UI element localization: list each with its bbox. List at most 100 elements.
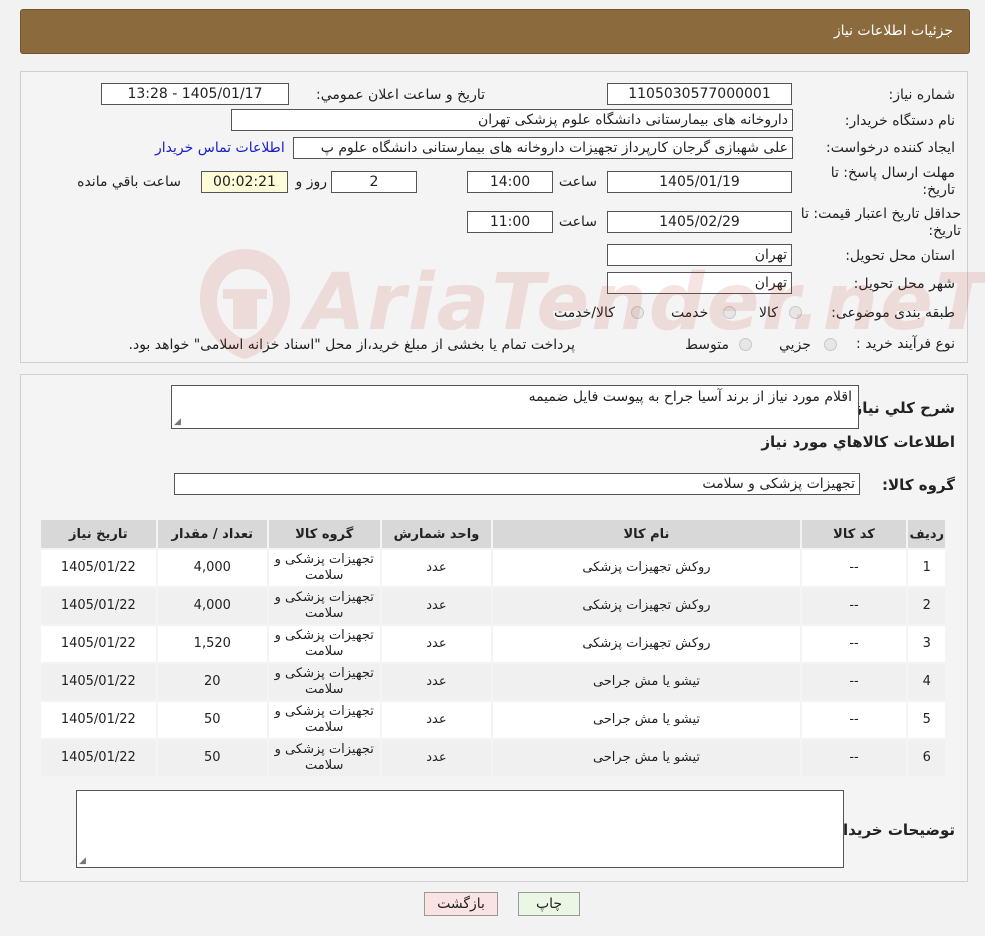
col-goods-name: نام کالا <box>491 518 802 550</box>
requester-field: علی شهبازی گرجان کارپرداز تجهیزات داروخا… <box>293 137 793 159</box>
cell-goods-name: روکش تجهیزات پزشکی <box>491 548 802 588</box>
category-option-goods: کالا <box>759 305 778 321</box>
table-row: 6 -- تیشو یا مش جراحی عدد تجهیزات پزشکی … <box>39 738 947 778</box>
process-label: نوع فرآیند خرید : <box>856 336 955 352</box>
category-label: طبقه بندی موضوعی: <box>831 305 955 321</box>
table-row: 3 -- روکش تجهیزات پزشکی عدد تجهیزات پزشک… <box>39 624 947 664</box>
category-radio-goods[interactable] <box>789 306 802 319</box>
resize-grip-icon[interactable]: ◢ <box>174 417 181 427</box>
remaining-time-field: 00:02:21 <box>201 171 288 193</box>
city-label: شهر محل تحویل: <box>853 276 955 292</box>
cell-quantity: 20 <box>155 662 269 702</box>
category-radio-service[interactable] <box>723 306 736 319</box>
province-label: استان محل تحویل: <box>845 248 955 264</box>
validity-time-field: 11:00 <box>467 211 553 233</box>
goods-table: ردیف کد کالا نام کالا واحد شمارش گروه کا… <box>39 518 947 778</box>
print-button[interactable]: چاپ <box>518 892 580 916</box>
cell-unit: عدد <box>379 662 494 702</box>
resize-grip-icon[interactable]: ◢ <box>79 856 86 866</box>
cell-quantity: 4,000 <box>155 586 269 626</box>
process-option-minor: جزيي <box>779 337 811 353</box>
cell-goods-name: تیشو یا مش جراحی <box>491 700 802 740</box>
cell-row-number: 6 <box>906 738 947 778</box>
col-goods-code: کد کالا <box>799 518 909 550</box>
announce-field: 1405/01/17 - 13:28 <box>101 83 289 105</box>
deadline-label: مهلت ارسال پاسخ: تا تاریخ: <box>830 165 955 198</box>
cell-quantity: 1,520 <box>155 624 269 664</box>
summary-textarea[interactable]: اقلام مورد نیاز از برند آسیا جراح به پیو… <box>171 385 859 429</box>
city-field: تهران <box>607 272 792 294</box>
cell-need-date: 1405/01/22 <box>39 548 158 588</box>
table-row: 1 -- روکش تجهیزات پزشکی عدد تجهیزات پزشک… <box>39 548 947 588</box>
goods-panel: شرح کلي نیاز: اقلام مورد نیاز از برند آس… <box>20 374 968 882</box>
need-number-field: 1105030577000001 <box>607 83 792 105</box>
cell-quantity: 50 <box>155 700 269 740</box>
need-number-label: شماره نیاز: <box>888 87 956 103</box>
table-header-row: ردیف کد کالا نام کالا واحد شمارش گروه کا… <box>39 518 947 550</box>
col-unit: واحد شمارش <box>379 518 494 550</box>
cell-goods-code: -- <box>799 586 909 626</box>
cell-goods-group: تجهیزات پزشکی و سلامت <box>266 586 382 626</box>
province-field: تهران <box>607 244 792 266</box>
cell-goods-code: -- <box>799 624 909 664</box>
cell-row-number: 1 <box>906 548 947 588</box>
cell-row-number: 2 <box>906 586 947 626</box>
cell-unit: عدد <box>379 624 494 664</box>
goods-group-label: گروه کالا: <box>882 476 955 494</box>
deadline-time-label: ساعت <box>558 174 597 190</box>
table-row: 5 -- تیشو یا مش جراحی عدد تجهیزات پزشکی … <box>39 700 947 740</box>
buyer-org-field: داروخانه های بیمارستانی دانشگاه علوم پزش… <box>231 109 793 131</box>
category-option-goods-service: کالا/خدمت <box>554 305 615 321</box>
cell-need-date: 1405/01/22 <box>39 624 158 664</box>
cell-goods-name: تیشو یا مش جراحی <box>491 738 802 778</box>
cell-need-date: 1405/01/22 <box>39 662 158 702</box>
cell-goods-code: -- <box>799 548 909 588</box>
cell-goods-code: -- <box>799 662 909 702</box>
col-row-number: ردیف <box>906 518 947 550</box>
buyer-org-label: نام دستگاه خریدار: <box>844 113 955 129</box>
category-radio-goods-service[interactable] <box>631 306 644 319</box>
buyer-notes-textarea[interactable]: ◢ <box>76 790 844 868</box>
buyer-contact-link[interactable]: اطلاعات تماس خریدار <box>155 140 285 156</box>
table-row: 2 -- روکش تجهیزات پزشکی عدد تجهیزات پزشک… <box>39 586 947 626</box>
cell-goods-name: تیشو یا مش جراحی <box>491 662 802 702</box>
category-option-service: خدمت <box>671 305 709 321</box>
page-title: جزئیات اطلاعات نیاز <box>833 23 953 39</box>
cell-goods-group: تجهیزات پزشکی و سلامت <box>266 624 382 664</box>
cell-goods-group: تجهیزات پزشکی و سلامت <box>266 738 382 778</box>
summary-text: اقلام مورد نیاز از برند آسیا جراح به پیو… <box>528 389 852 405</box>
validity-date-field: 1405/02/29 <box>607 211 792 233</box>
days-label: روز و <box>295 174 328 190</box>
cell-need-date: 1405/01/22 <box>39 738 158 778</box>
cell-quantity: 4,000 <box>155 548 269 588</box>
cell-unit: عدد <box>379 700 494 740</box>
cell-unit: عدد <box>379 738 494 778</box>
cell-need-date: 1405/01/22 <box>39 700 158 740</box>
goods-group-field: تجهیزات پزشکی و سلامت <box>174 473 860 495</box>
buyer-notes-label: توضیحات خریدار: <box>828 821 955 839</box>
process-radio-minor[interactable] <box>824 338 837 351</box>
cell-need-date: 1405/01/22 <box>39 586 158 626</box>
validity-time-label: ساعت <box>558 214 597 230</box>
process-radio-medium[interactable] <box>739 338 752 351</box>
days-field: 2 <box>331 171 417 193</box>
cell-quantity: 50 <box>155 738 269 778</box>
back-button[interactable]: بازگشت <box>424 892 498 916</box>
process-option-medium: متوسط <box>685 337 729 353</box>
cell-unit: عدد <box>379 548 494 588</box>
process-note: پرداخت تمام یا بخشی از مبلغ خرید،از محل … <box>128 337 575 353</box>
deadline-time-field: 14:00 <box>467 171 553 193</box>
col-quantity: تعداد / مقدار <box>155 518 269 550</box>
need-info-panel: شماره نیاز: 1105030577000001 تاریخ و ساع… <box>20 71 968 363</box>
announce-label: تاریخ و ساعت اعلان عمومي: <box>316 87 485 103</box>
cell-goods-group: تجهیزات پزشکی و سلامت <box>266 662 382 702</box>
requester-label: ایجاد کننده درخواست: <box>826 140 955 156</box>
col-goods-group: گروه کالا <box>266 518 382 550</box>
goods-info-title: اطلاعات کالاهاي مورد نیاز <box>761 433 955 451</box>
cell-goods-code: -- <box>799 738 909 778</box>
cell-goods-name: روکش تجهیزات پزشکی <box>491 624 802 664</box>
cell-row-number: 3 <box>906 624 947 664</box>
remaining-label: ساعت باقي مانده <box>77 174 181 190</box>
col-need-date: تاریخ نیاز <box>39 518 158 550</box>
cell-row-number: 5 <box>906 700 947 740</box>
